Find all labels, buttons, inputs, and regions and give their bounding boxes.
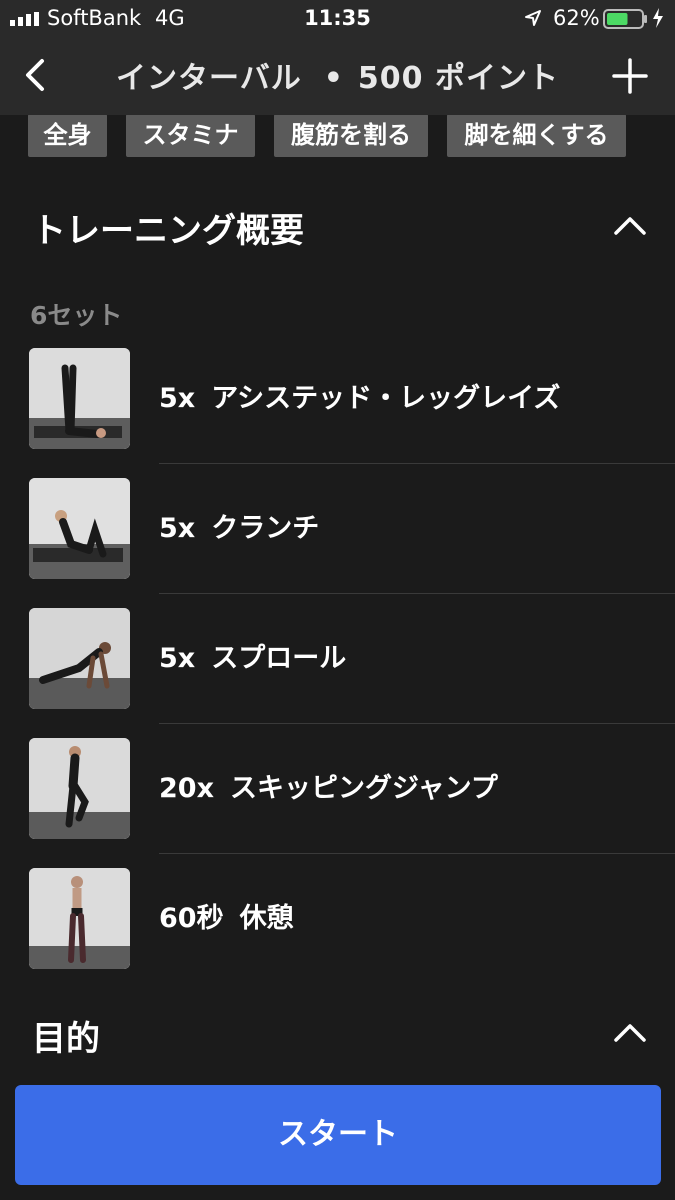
exercise-row[interactable]: 5x アシステッド・レッグレイズ (0, 348, 675, 478)
exercise-name: アシステッド・レッグレイズ (211, 383, 561, 414)
exercise-label: 5x アシステッド・レッグレイズ (159, 376, 560, 415)
exercise-thumbnail (29, 868, 130, 969)
exercise-count: 60秒 (159, 903, 224, 934)
tag-slim-legs[interactable]: 脚を細くする (447, 114, 626, 157)
exercise-name: スキッピングジャンプ (230, 773, 498, 804)
tag-abs[interactable]: 腹筋を割る (274, 114, 428, 157)
exercise-count: 5x (159, 383, 196, 414)
battery-icon (603, 9, 647, 29)
row-divider (159, 463, 675, 464)
exercise-label: 5x クランチ (159, 506, 319, 545)
exercise-row[interactable]: 20x スキッピングジャンプ (0, 738, 675, 868)
exercise-thumbnail (29, 738, 130, 839)
start-button[interactable]: スタート (15, 1085, 661, 1185)
charging-bolt-icon (653, 8, 663, 28)
row-divider (159, 593, 675, 594)
overview-heading: トレーニング概要 (32, 211, 304, 251)
exercise-name: クランチ (211, 513, 320, 544)
exercise-thumbnail (29, 608, 130, 709)
location-arrow-icon (525, 10, 541, 26)
exercise-thumbnail (29, 348, 130, 449)
exercise-row[interactable]: 5x クランチ (0, 478, 675, 608)
exercise-label: 60秒 休憩 (159, 896, 294, 935)
status-bar: SoftBank 4G 11:35 62% (0, 0, 675, 36)
tag-stamina[interactable]: スタミナ (126, 114, 255, 157)
title-separator: • (323, 61, 344, 96)
chevron-up-icon[interactable] (613, 1021, 647, 1043)
exercise-row[interactable]: 5x スプロール (0, 608, 675, 738)
top-bar: SoftBank 4G 11:35 62% インターバル • 500 ポイント (0, 0, 675, 115)
goal-heading: 目的 (32, 1019, 100, 1059)
page-title: インターバル • 500 ポイント (0, 53, 675, 97)
navigation-bar: インターバル • 500 ポイント (0, 40, 675, 110)
chevron-up-icon[interactable] (613, 214, 647, 236)
workout-points: 500 ポイント (357, 61, 559, 96)
battery-percent: 62% (553, 6, 600, 30)
row-divider (159, 723, 675, 724)
sets-count: 6セット (30, 301, 123, 330)
exercise-count: 5x (159, 513, 196, 544)
exercise-count: 5x (159, 643, 196, 674)
exercise-name: 休憩 (239, 903, 294, 934)
exercise-label: 20x スキッピングジャンプ (159, 766, 498, 805)
exercise-thumbnail (29, 478, 130, 579)
exercise-name: スプロール (211, 643, 347, 674)
tag-full-body[interactable]: 全身 (28, 114, 107, 157)
exercise-count: 20x (159, 773, 214, 804)
exercise-label: 5x スプロール (159, 636, 346, 675)
exercise-row[interactable]: 60秒 休憩 (0, 868, 675, 998)
plus-icon[interactable] (612, 58, 648, 94)
row-divider (159, 853, 675, 854)
workout-name: インターバル (116, 61, 302, 96)
